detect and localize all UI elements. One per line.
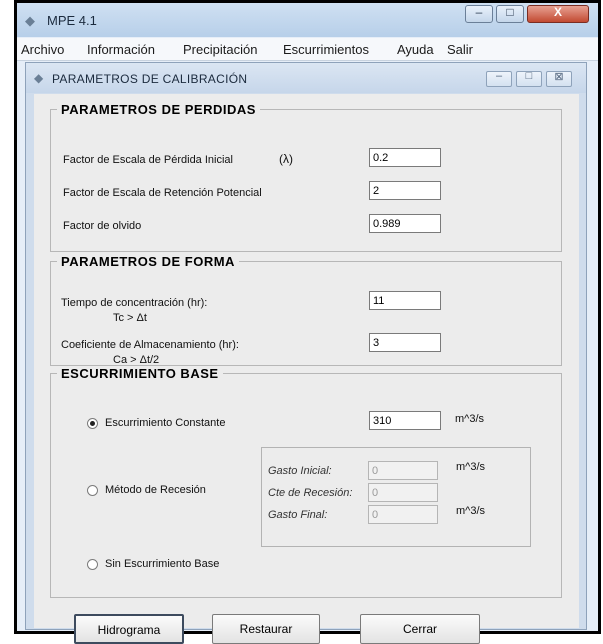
- close-icon: X: [553, 5, 562, 19]
- forma-title: PARAMETROS DE FORMA: [61, 254, 235, 269]
- factor-olvido-input[interactable]: [369, 214, 441, 233]
- forma-group: PARAMETROS DE FORMA Tiempo de concentrac…: [50, 254, 562, 366]
- window-title: MPE 4.1: [47, 13, 97, 28]
- menu-salir[interactable]: Salir: [447, 42, 473, 57]
- escurrimiento-constante-unit: m^3/s: [455, 413, 484, 425]
- maximize-icon: □: [506, 5, 514, 19]
- radio-selected-dot: [90, 421, 95, 426]
- dialog-close-button[interactable]: ⊠: [546, 71, 572, 87]
- calibration-dialog: ◆ PARAMETROS DE CALIBRACIÓN – □ ⊠ PARAME…: [25, 62, 587, 644]
- menu-precipitacion[interactable]: Precipitación: [183, 42, 257, 57]
- escurrimiento-constante-label: Escurrimiento Constante: [105, 417, 226, 429]
- lambda-symbol: (λ): [279, 152, 293, 166]
- tiempo-concentracion-label: Tiempo de concentración (hr):: [61, 297, 208, 309]
- dialog-app-icon: ◆: [34, 71, 44, 85]
- menu-escurrimientos[interactable]: Escurrimientos: [283, 42, 369, 57]
- gasto-final-label: Gasto Final:: [268, 509, 328, 521]
- maximize-icon: □: [525, 70, 533, 82]
- metodo-recesion-label: Método de Recesión: [105, 484, 206, 496]
- escurrimiento-constante-input[interactable]: [369, 411, 441, 430]
- radio-sin-escurrimiento[interactable]: [87, 559, 98, 570]
- menu-archivo[interactable]: Archivo: [21, 42, 64, 57]
- cerrar-button[interactable]: Cerrar: [360, 614, 480, 644]
- factor-escala-retencion-input[interactable]: [369, 181, 441, 200]
- gasto-inicial-label: Gasto Inicial:: [268, 465, 332, 477]
- radio-escurrimiento-constante[interactable]: [87, 418, 98, 429]
- dialog-title: PARAMETROS DE CALIBRACIÓN: [52, 72, 248, 86]
- main-window: ◆ MPE 4.1 – □ X Archivo Información Prec…: [14, 0, 601, 644]
- coeficiente-almacenamiento-input[interactable]: [369, 333, 441, 352]
- close-button[interactable]: X: [527, 5, 589, 23]
- restaurar-button[interactable]: Restaurar: [212, 614, 320, 644]
- dialog-body: PARAMETROS DE PERDIDAS Factor de Escala …: [34, 94, 579, 644]
- escurrimiento-base-title: ESCURRIMIENTO BASE: [61, 366, 219, 381]
- coeficiente-almacenamiento-condition: Ca > Δt/2: [113, 354, 160, 366]
- gasto-final-input[interactable]: [368, 505, 438, 524]
- cte-recesion-label: Cte de Recesión:: [268, 487, 353, 499]
- radio-metodo-recesion[interactable]: [87, 485, 98, 496]
- factor-escala-perdida-label: Factor de Escala de Pérdida Inicial: [63, 154, 233, 166]
- minimize-icon: –: [495, 70, 503, 82]
- dialog-titlebar[interactable]: ◆ PARAMETROS DE CALIBRACIÓN – □ ⊠: [26, 63, 586, 93]
- tiempo-concentracion-condition: Tc > Δt: [113, 312, 147, 324]
- cte-recesion-input[interactable]: [368, 483, 438, 502]
- factor-escala-perdida-input[interactable]: [369, 148, 441, 167]
- minimize-icon: –: [475, 5, 483, 19]
- tiempo-concentracion-input[interactable]: [369, 291, 441, 310]
- close-icon: ⊠: [554, 71, 564, 83]
- window-titlebar[interactable]: ◆ MPE 4.1 – □ X: [17, 3, 598, 37]
- gasto-inicial-unit: m^3/s: [456, 461, 485, 473]
- menu-ayuda[interactable]: Ayuda: [397, 42, 434, 57]
- app-icon: ◆: [25, 13, 35, 28]
- factor-escala-retencion-label: Factor de Escala de Retención Potencial: [63, 187, 262, 199]
- sin-escurrimiento-label: Sin Escurrimiento Base: [105, 558, 220, 570]
- perdidas-group: PARAMETROS DE PERDIDAS Factor de Escala …: [50, 102, 562, 252]
- gasto-final-unit: m^3/s: [456, 505, 485, 517]
- minimize-button[interactable]: –: [465, 5, 493, 23]
- menu-informacion[interactable]: Información: [87, 42, 155, 57]
- maximize-button[interactable]: □: [496, 5, 524, 23]
- dialog-minimize-button[interactable]: –: [486, 70, 512, 87]
- recesion-subpanel: Gasto Inicial: m^3/s Cte de Recesión: Ga…: [261, 447, 531, 547]
- dialog-maximize-button[interactable]: □: [516, 70, 542, 87]
- gasto-inicial-input[interactable]: [368, 461, 438, 480]
- menu-bar: Archivo Información Precipitación Escurr…: [17, 38, 598, 61]
- perdidas-title: PARAMETROS DE PERDIDAS: [61, 102, 256, 117]
- escurrimiento-base-group: ESCURRIMIENTO BASE Escurrimiento Constan…: [50, 366, 562, 598]
- hidrograma-button[interactable]: Hidrograma: [74, 614, 184, 644]
- factor-olvido-label: Factor de olvido: [63, 220, 142, 232]
- coeficiente-almacenamiento-label: Coeficiente de Almacenamiento (hr):: [61, 339, 239, 351]
